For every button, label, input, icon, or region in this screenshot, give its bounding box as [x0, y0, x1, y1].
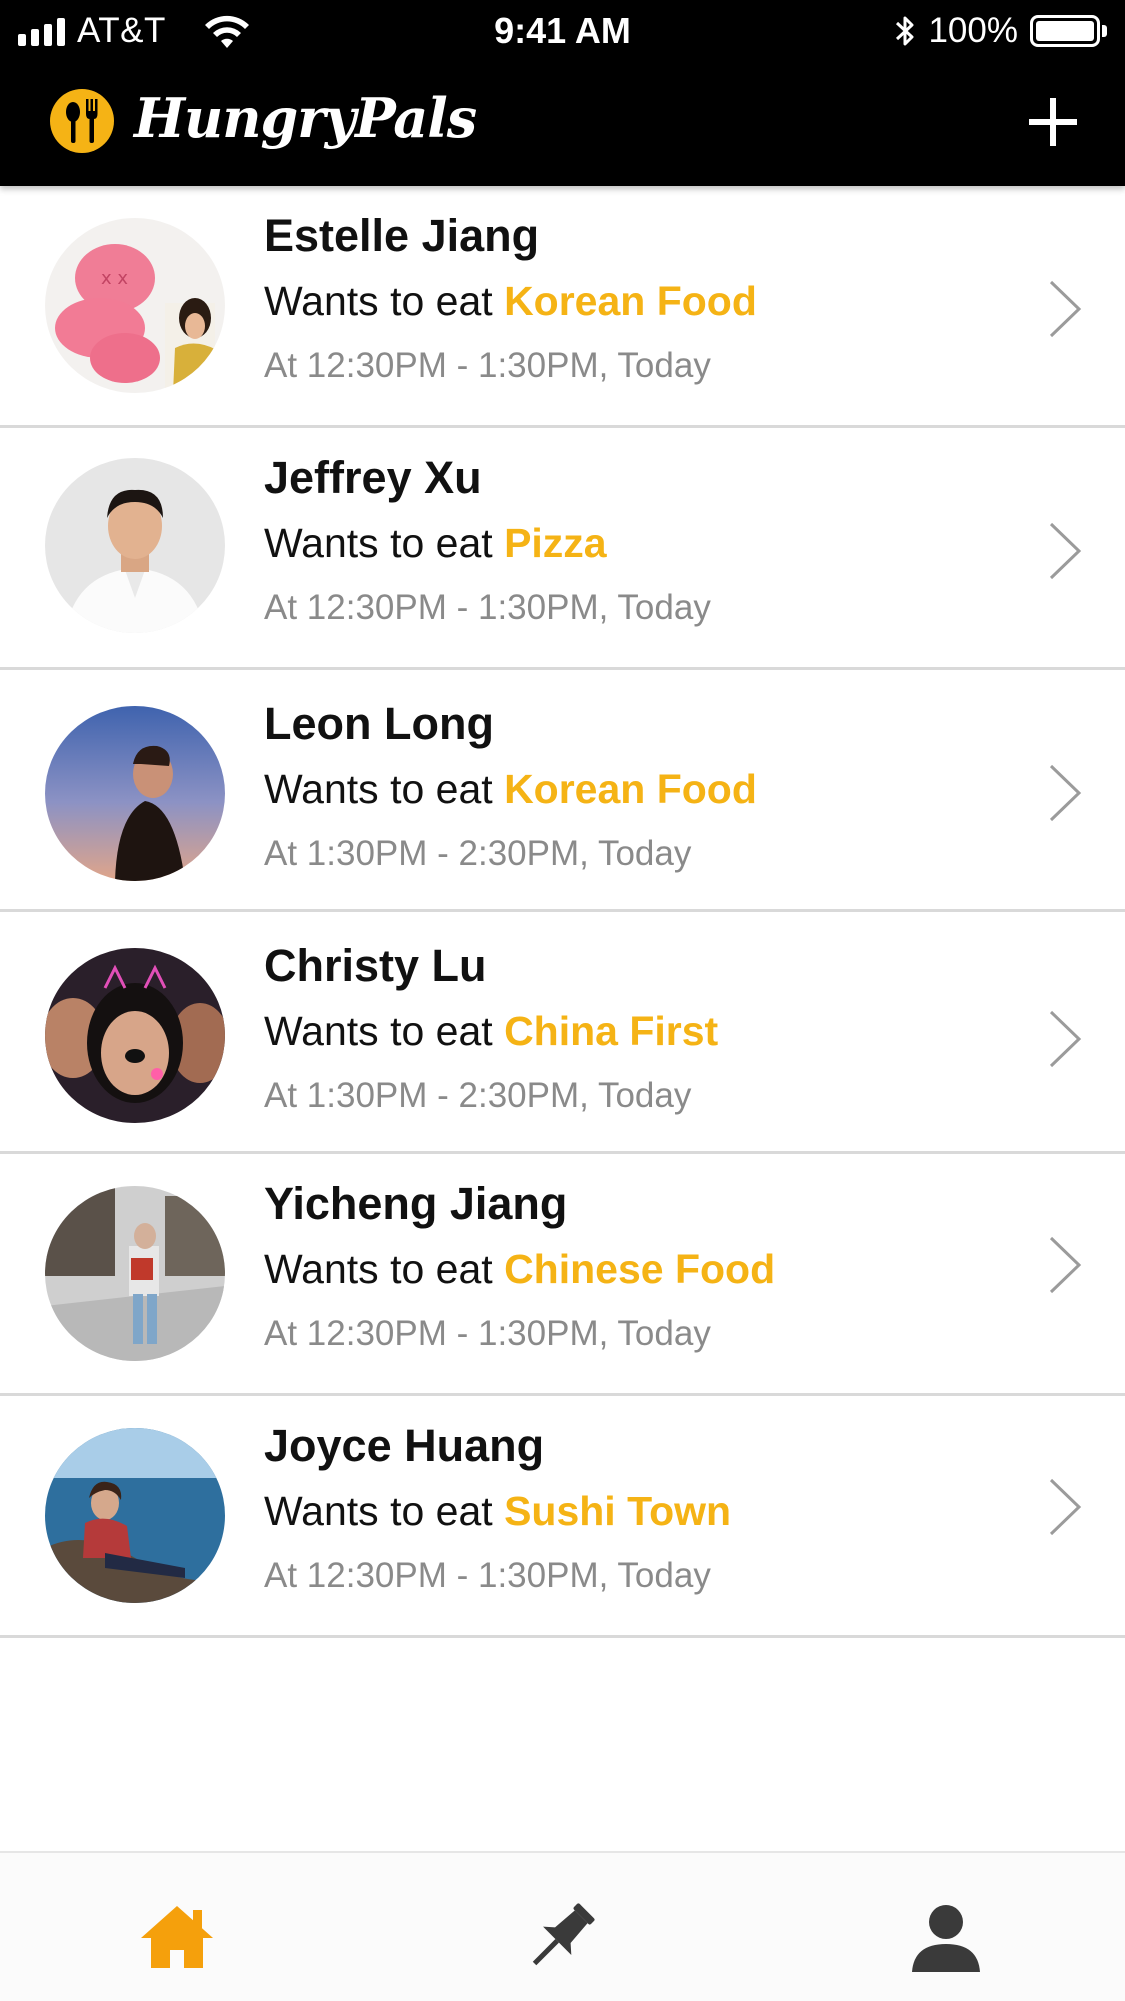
day-label: Today — [597, 1076, 692, 1115]
chevron-right-icon — [1049, 764, 1082, 822]
avatar — [45, 706, 225, 881]
app-header: HungryPals — [0, 62, 1125, 186]
pin-icon[interactable] — [520, 1898, 600, 1978]
day-label: Today — [617, 1314, 711, 1353]
wants-prefix: Wants to eat — [264, 1246, 493, 1292]
day-label: Today — [597, 834, 692, 873]
time-range: At 12:30PM - 1:30PM, — [264, 1314, 609, 1353]
food-name: Korean Food — [504, 766, 757, 812]
list-item[interactable]: Jeffrey Xu Wants to eat Pizza At 12:30PM… — [0, 428, 1125, 670]
status-bar: AT&T 9:41 AM 100% — [0, 0, 1125, 62]
bluetooth-icon — [896, 16, 914, 46]
time-range: At 1:30PM - 2:30PM, — [264, 1076, 589, 1115]
list-item[interactable]: Christy Lu Wants to eat China First At 1… — [0, 912, 1125, 1154]
time-range: At 1:30PM - 2:30PM, — [264, 834, 589, 873]
avatar — [45, 458, 225, 633]
chevron-right-icon — [1049, 1478, 1082, 1536]
wants-line: Wants to eat Korean Food — [264, 766, 757, 813]
battery-tip — [1102, 25, 1107, 37]
wants-line: Wants to eat Chinese Food — [264, 1246, 775, 1293]
status-right: 100% — [892, 10, 1107, 52]
home-icon[interactable] — [137, 1898, 217, 1978]
time-line: At 12:30PM - 1:30PM, Today — [264, 588, 711, 628]
time-range: At 12:30PM - 1:30PM, — [264, 588, 609, 627]
wants-prefix: Wants to eat — [264, 1488, 493, 1534]
user-name: Leon Long — [264, 698, 494, 749]
wants-line: Wants to eat Pizza — [264, 520, 607, 567]
day-label: Today — [617, 346, 711, 385]
battery-icon — [1030, 15, 1100, 47]
food-name: Chinese Food — [504, 1246, 776, 1292]
wants-line: Wants to eat Sushi Town — [264, 1488, 731, 1535]
time-line: At 12:30PM - 1:30PM, Today — [264, 1314, 711, 1354]
day-label: Today — [617, 588, 711, 627]
food-name: China First — [504, 1008, 719, 1054]
wants-prefix: Wants to eat — [264, 278, 493, 324]
avatar — [45, 1186, 225, 1361]
app-title: HungryPals — [134, 86, 477, 150]
user-name: Jeffrey Xu — [264, 452, 482, 503]
chevron-right-icon — [1049, 522, 1082, 580]
avatar: x x — [45, 218, 225, 393]
wants-line: Wants to eat Korean Food — [264, 278, 757, 325]
time-line: At 1:30PM - 2:30PM, Today — [264, 1076, 691, 1116]
user-name: Joyce Huang — [264, 1420, 545, 1471]
wants-prefix: Wants to eat — [264, 766, 493, 812]
time-range: At 12:30PM - 1:30PM, — [264, 346, 609, 385]
profile-icon[interactable] — [906, 1898, 986, 1978]
time-range: At 12:30PM - 1:30PM, — [264, 1556, 609, 1595]
list-item[interactable]: x x Estelle Jiang Wants to eat Korean Fo… — [0, 186, 1125, 428]
wants-prefix: Wants to eat — [264, 1008, 493, 1054]
avatar — [45, 948, 225, 1123]
svg-text:x x: x x — [101, 268, 128, 289]
list-item[interactable]: Joyce Huang Wants to eat Sushi Town At 1… — [0, 1396, 1125, 1638]
fork-spoon-logo-icon — [50, 89, 114, 153]
day-label: Today — [617, 1556, 711, 1595]
time-line: At 1:30PM - 2:30PM, Today — [264, 834, 691, 874]
battery-percentage: 100% — [928, 11, 1018, 50]
tab-bar — [0, 1851, 1125, 2001]
food-name: Pizza — [504, 520, 607, 566]
time-line: At 12:30PM - 1:30PM, Today — [264, 346, 711, 386]
chevron-right-icon — [1049, 280, 1082, 338]
plus-icon[interactable] — [1025, 94, 1081, 150]
food-name: Korean Food — [504, 278, 757, 324]
list-item[interactable]: Leon Long Wants to eat Korean Food At 1:… — [0, 670, 1125, 912]
user-name: Christy Lu — [264, 940, 487, 991]
list-item[interactable]: Yicheng Jiang Wants to eat Chinese Food … — [0, 1154, 1125, 1396]
user-name: Yicheng Jiang — [264, 1178, 568, 1229]
user-name: Estelle Jiang — [264, 210, 540, 261]
chevron-right-icon — [1049, 1010, 1082, 1068]
wants-line: Wants to eat China First — [264, 1008, 718, 1055]
food-name: Sushi Town — [504, 1488, 732, 1534]
chevron-right-icon — [1049, 1236, 1082, 1294]
time-line: At 12:30PM - 1:30PM, Today — [264, 1556, 711, 1596]
request-list: x x Estelle Jiang Wants to eat Korean Fo… — [0, 186, 1125, 1638]
wants-prefix: Wants to eat — [264, 520, 493, 566]
avatar — [45, 1428, 225, 1603]
